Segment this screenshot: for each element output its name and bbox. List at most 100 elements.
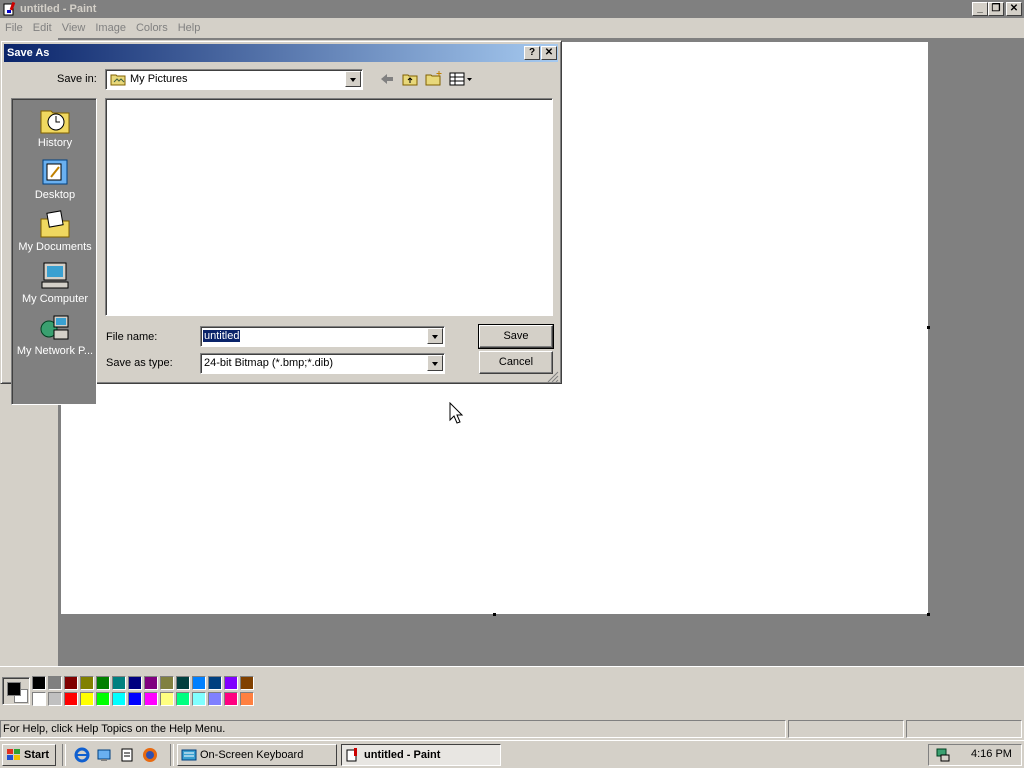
mouse-cursor-icon <box>449 402 464 424</box>
my-documents-icon <box>40 210 70 238</box>
dialog-help-button[interactable]: ? <box>524 46 540 60</box>
folder-icon <box>110 74 126 86</box>
place-my-network[interactable]: My Network P... <box>12 309 98 361</box>
palette-swatch[interactable] <box>112 676 126 690</box>
app-title: untitled - Paint <box>20 3 97 15</box>
palette-swatch[interactable] <box>224 676 238 690</box>
palette-swatch[interactable] <box>192 676 206 690</box>
view-menu-icon[interactable] <box>449 72 473 86</box>
palette-swatch[interactable] <box>144 692 158 706</box>
place-my-documents[interactable]: My Documents <box>12 205 98 257</box>
place-my-documents-label: My Documents <box>18 241 92 253</box>
save-in-label: Save in: <box>57 73 97 85</box>
menu-image[interactable]: Image <box>90 18 131 38</box>
file-name-input[interactable]: untitled <box>200 326 445 347</box>
save-type-chevron-down-icon[interactable] <box>427 355 443 371</box>
cancel-button[interactable]: Cancel <box>479 351 553 374</box>
place-my-computer[interactable]: My Computer <box>12 257 98 309</box>
show-desktop-icon[interactable] <box>96 747 112 763</box>
clock[interactable]: 4:16 PM <box>971 748 1012 760</box>
dialog-titlebar: Save As ? ✕ <box>4 44 558 62</box>
save-in-dropdown[interactable]: My Pictures <box>105 69 363 90</box>
network-status-icon[interactable] <box>935 747 951 763</box>
place-desktop[interactable]: Desktop <box>12 153 98 205</box>
start-label: Start <box>24 749 50 761</box>
desktop-icon <box>42 159 68 185</box>
menu-help[interactable]: Help <box>173 18 206 38</box>
dialog-close-button[interactable]: ✕ <box>541 46 557 60</box>
palette-swatch[interactable] <box>96 692 110 706</box>
palette-swatch[interactable] <box>176 692 190 706</box>
palette-swatch[interactable] <box>64 676 78 690</box>
system-tray: 4:16 PM <box>928 744 1022 766</box>
palette-swatch[interactable] <box>160 676 174 690</box>
resize-handle-corner[interactable] <box>927 613 930 616</box>
save-type-value: 24-bit Bitmap (*.bmp;*.dib) <box>204 357 333 369</box>
paint-task-icon <box>346 748 357 762</box>
palette-swatch[interactable] <box>128 676 142 690</box>
notepad-icon[interactable] <box>119 747 135 763</box>
menu-colors[interactable]: Colors <box>131 18 173 38</box>
status-size <box>906 720 1022 738</box>
save-button[interactable]: Save <box>478 324 554 349</box>
palette-swatch[interactable] <box>176 676 190 690</box>
start-button[interactable]: Start <box>2 744 56 766</box>
palette-swatch[interactable] <box>32 692 46 706</box>
palette-swatch[interactable] <box>48 692 62 706</box>
menu-view[interactable]: View <box>57 18 91 38</box>
save-type-label: Save as type: <box>106 357 173 369</box>
place-history[interactable]: History <box>12 101 98 153</box>
file-name-label: File name: <box>106 331 158 343</box>
menu-edit[interactable]: Edit <box>28 18 57 38</box>
palette-swatch[interactable] <box>96 676 110 690</box>
new-folder-icon[interactable] <box>425 70 443 86</box>
menu-file[interactable]: File <box>0 18 28 38</box>
places-bar: History Desktop My Documents My Computer… <box>11 98 97 405</box>
minimize-button[interactable]: _ <box>972 2 988 16</box>
firefox-icon[interactable] <box>142 747 158 763</box>
palette-swatch[interactable] <box>144 676 158 690</box>
close-button[interactable]: ✕ <box>1006 2 1022 16</box>
palette-swatch[interactable] <box>240 692 254 706</box>
palette-swatch[interactable] <box>240 676 254 690</box>
color-palette <box>0 666 1024 716</box>
palette-swatch[interactable] <box>80 692 94 706</box>
save-type-dropdown[interactable]: 24-bit Bitmap (*.bmp;*.dib) <box>200 353 445 374</box>
palette-swatch[interactable] <box>128 692 142 706</box>
paint-app-icon <box>3 1 16 16</box>
taskbar: Start On-Screen Keyboard untitled - Pain… <box>0 740 1024 768</box>
resize-grip-icon[interactable] <box>547 371 559 383</box>
quicklaunch-divider <box>62 744 66 766</box>
chevron-down-icon[interactable] <box>345 71 361 87</box>
task-on-screen-keyboard[interactable]: On-Screen Keyboard <box>177 744 337 766</box>
my-network-icon <box>40 315 69 340</box>
app-titlebar: untitled - Paint _ ❐ ✕ <box>0 0 1024 18</box>
palette-swatch[interactable] <box>32 676 46 690</box>
resize-handle-bottom[interactable] <box>493 613 496 616</box>
file-list[interactable] <box>105 98 553 316</box>
file-name-chevron-down-icon[interactable] <box>427 328 443 344</box>
back-arrow-icon[interactable] <box>379 72 395 86</box>
palette-swatch[interactable] <box>64 692 78 706</box>
place-desktop-label: Desktop <box>34 189 76 201</box>
task-on-screen-keyboard-label: On-Screen Keyboard <box>200 749 304 761</box>
windows-logo-icon <box>7 749 20 760</box>
palette-swatch[interactable] <box>208 676 222 690</box>
task-divider <box>170 744 174 766</box>
status-help-text: For Help, click Help Topics on the Help … <box>0 720 786 738</box>
palette-swatch[interactable] <box>112 692 126 706</box>
task-paint[interactable]: untitled - Paint <box>341 744 501 766</box>
internet-explorer-icon[interactable] <box>74 747 90 763</box>
file-name-value: untitled <box>201 329 242 343</box>
palette-swatch[interactable] <box>80 676 94 690</box>
foreground-color[interactable] <box>7 682 21 696</box>
palette-swatch[interactable] <box>192 692 206 706</box>
maximize-button[interactable]: ❐ <box>988 2 1004 16</box>
palette-swatch[interactable] <box>224 692 238 706</box>
up-folder-icon[interactable] <box>402 72 418 86</box>
palette-swatch[interactable] <box>208 692 222 706</box>
resize-handle-right[interactable] <box>927 326 930 329</box>
palette-swatch[interactable] <box>48 676 62 690</box>
palette-swatch[interactable] <box>160 692 174 706</box>
menu-bar: File Edit View Image Colors Help <box>0 18 1024 38</box>
